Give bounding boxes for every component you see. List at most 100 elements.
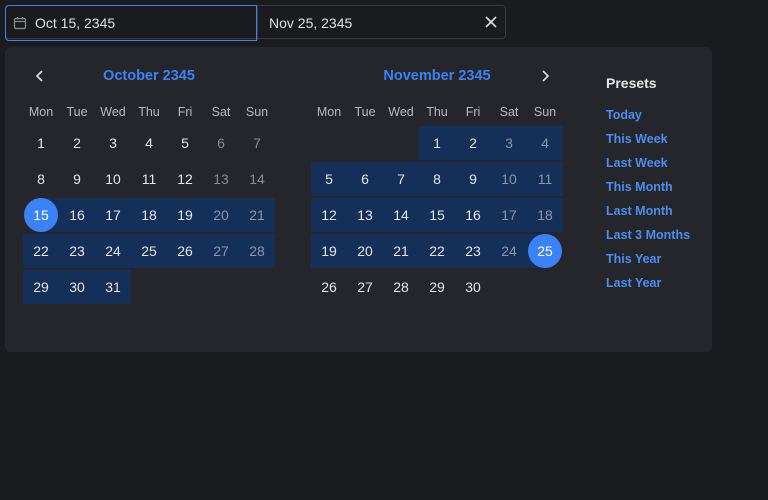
- weekday-label: Sat: [211, 105, 231, 119]
- weekday-label: Thu: [426, 105, 448, 119]
- day-cell[interactable]: 14: [383, 198, 419, 232]
- day-cell[interactable]: 29: [23, 270, 59, 304]
- weekday-label: Sun: [533, 105, 557, 119]
- day-cell[interactable]: 24: [491, 234, 527, 268]
- day-cell[interactable]: 15: [23, 198, 59, 232]
- day-cell[interactable]: 17: [491, 198, 527, 232]
- end-date-input[interactable]: Nov 25, 2345: [257, 6, 505, 40]
- day-cell[interactable]: 17: [95, 198, 131, 232]
- day-cell[interactable]: 3: [95, 126, 131, 160]
- day-cell[interactable]: 11: [527, 162, 563, 196]
- end-date-value: Nov 25, 2345: [269, 15, 353, 31]
- preset-list: Today This Week Last Week This Month Last Mo…: [606, 108, 690, 300]
- close-icon[interactable]: [484, 15, 498, 29]
- day-cell[interactable]: 23: [59, 234, 95, 268]
- day-cell[interactable]: 4: [527, 126, 563, 160]
- month-title: November 2345: [383, 68, 491, 84]
- start-date-input[interactable]: Oct 15, 2345: [5, 5, 257, 41]
- day-cell[interactable]: 4: [131, 126, 167, 160]
- day-cell[interactable]: 22: [23, 234, 59, 268]
- day-cell[interactable]: 6: [347, 162, 383, 196]
- presets-title: Presets: [606, 75, 657, 91]
- start-date-value: Oct 15, 2345: [35, 15, 116, 31]
- date-picker-dropdown: October 2345 Mon Tue Wed Thu Fri Sat Sun 12345…: [5, 47, 712, 352]
- day-cell[interactable]: 13: [347, 198, 383, 232]
- day-cell[interactable]: 9: [455, 162, 491, 196]
- day-cell[interactable]: 16: [59, 198, 95, 232]
- day-cell[interactable]: 8: [419, 162, 455, 196]
- weekday-header: Mon Tue Wed Thu Fri Sat Sun: [23, 105, 275, 119]
- weekday-label: Tue: [66, 105, 88, 119]
- day-cell[interactable]: 18: [131, 198, 167, 232]
- day-cell[interactable]: 6: [203, 126, 239, 160]
- day-cell[interactable]: 27: [203, 234, 239, 268]
- day-cell[interactable]: 20: [203, 198, 239, 232]
- day-cell[interactable]: 5: [167, 126, 203, 160]
- weekday-label: Sat: [499, 105, 519, 119]
- day-cell[interactable]: 21: [383, 234, 419, 268]
- preset-option[interactable]: Today: [606, 108, 690, 132]
- preset-option[interactable]: Last 3 Months: [606, 228, 690, 252]
- day-cell[interactable]: 28: [383, 270, 419, 304]
- day-cell[interactable]: 23: [455, 234, 491, 268]
- day-cell[interactable]: 28: [239, 234, 275, 268]
- day-cell[interactable]: 22: [419, 234, 455, 268]
- weekday-label: Mon: [28, 105, 54, 119]
- day-cell[interactable]: 31: [95, 270, 131, 304]
- weekday-label: Fri: [177, 105, 193, 119]
- day-cell[interactable]: 26: [311, 270, 347, 304]
- day-cell[interactable]: 13: [203, 162, 239, 196]
- day-cell[interactable]: 19: [167, 198, 203, 232]
- day-cell[interactable]: 12: [311, 198, 347, 232]
- day-cell[interactable]: 12: [167, 162, 203, 196]
- weekday-label: Wed: [100, 105, 126, 119]
- day-cell[interactable]: 9: [59, 162, 95, 196]
- day-cell[interactable]: 18: [527, 198, 563, 232]
- month-title: October 2345: [103, 68, 195, 84]
- preset-option[interactable]: Last Month: [606, 204, 690, 228]
- day-cell[interactable]: 15: [419, 198, 455, 232]
- day-cell[interactable]: 8: [23, 162, 59, 196]
- weekday-header: Mon Tue Wed Thu Fri Sat Sun: [311, 105, 563, 119]
- weekday-label: Sun: [245, 105, 269, 119]
- day-cell[interactable]: 1: [419, 126, 455, 160]
- preset-option[interactable]: This Month: [606, 180, 690, 204]
- day-cell[interactable]: 26: [167, 234, 203, 268]
- day-cell[interactable]: 7: [239, 126, 275, 160]
- day-cell[interactable]: 5: [311, 162, 347, 196]
- selected-day: 15: [24, 198, 58, 232]
- day-cell[interactable]: 29: [419, 270, 455, 304]
- day-cell[interactable]: 14: [239, 162, 275, 196]
- preset-option[interactable]: Last Week: [606, 156, 690, 180]
- day-cell[interactable]: 27: [347, 270, 383, 304]
- day-cell[interactable]: 21: [239, 198, 275, 232]
- day-cell[interactable]: 30: [59, 270, 95, 304]
- weekday-label: Tue: [354, 105, 376, 119]
- day-cell[interactable]: 24: [95, 234, 131, 268]
- preset-option[interactable]: This Week: [606, 132, 690, 156]
- selected-day: 25: [528, 234, 562, 268]
- day-cell[interactable]: 30: [455, 270, 491, 304]
- calendar-icon: [13, 17, 27, 30]
- date-range-input: Oct 15, 2345 Nov 25, 2345: [5, 5, 506, 41]
- preset-option[interactable]: Last Year: [606, 276, 690, 300]
- day-cell[interactable]: 2: [59, 126, 95, 160]
- day-cell[interactable]: 19: [311, 234, 347, 268]
- day-cell[interactable]: 10: [95, 162, 131, 196]
- weekday-label: Fri: [465, 105, 481, 119]
- weekday-label: Thu: [138, 105, 160, 119]
- day-cell[interactable]: 10: [491, 162, 527, 196]
- day-cell[interactable]: 11: [131, 162, 167, 196]
- weekday-label: Wed: [388, 105, 414, 119]
- day-cell[interactable]: 16: [455, 198, 491, 232]
- day-cell[interactable]: 25: [131, 234, 167, 268]
- day-cell[interactable]: 20: [347, 234, 383, 268]
- day-cell[interactable]: 7: [383, 162, 419, 196]
- day-cell[interactable]: 2: [455, 126, 491, 160]
- preset-option[interactable]: This Year: [606, 252, 690, 276]
- presets-panel: Presets Today This Week Last Week This Mont…: [606, 75, 690, 300]
- day-cell[interactable]: 3: [491, 126, 527, 160]
- day-cell[interactable]: 25: [527, 234, 563, 268]
- weekday-label: Mon: [316, 105, 342, 119]
- day-cell[interactable]: 1: [23, 126, 59, 160]
